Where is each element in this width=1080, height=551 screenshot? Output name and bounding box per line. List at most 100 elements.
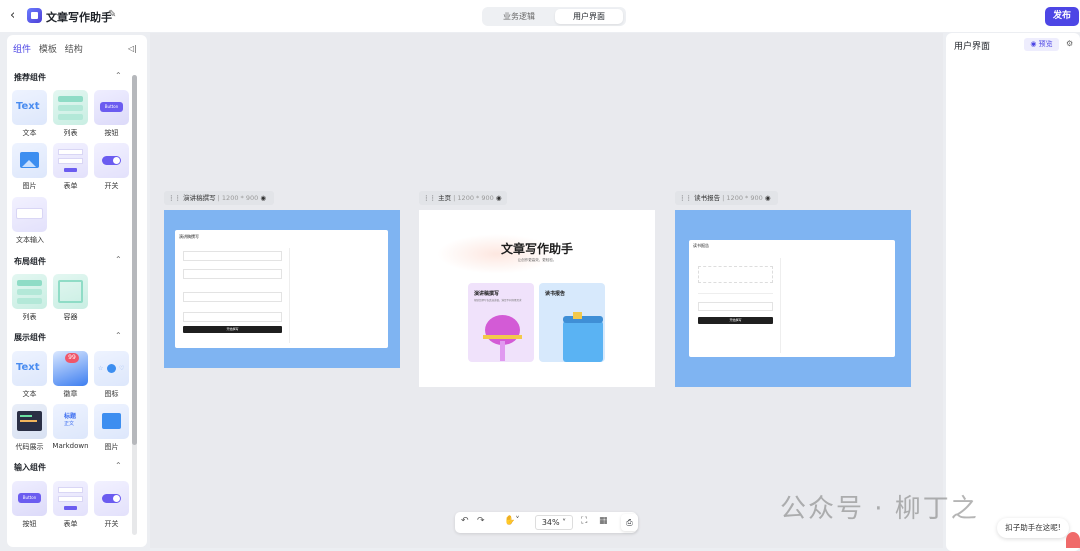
component-tile-list[interactable]	[53, 90, 88, 125]
hand-tool-icon[interactable]: ✋˅	[504, 516, 520, 526]
app-logo-icon	[27, 8, 42, 23]
component-tile-code[interactable]	[12, 404, 47, 439]
tab-structure[interactable]: 结构	[65, 45, 83, 55]
speech-field[interactable]	[183, 312, 282, 322]
tile-label: 文本输入	[16, 236, 44, 244]
redo-icon[interactable]: ↷	[477, 516, 485, 526]
tile-label: 代码展示	[15, 443, 44, 451]
microphone-stand	[500, 341, 505, 361]
component-panel: 组件 模板 结构 ◁| 推荐组件 ⌃ Text 文本 列表 Button 按钮 …	[7, 35, 147, 547]
badge-count: 99	[65, 353, 79, 363]
upload-area[interactable]	[698, 266, 773, 283]
frame-settings-icon[interactable]: ◉	[765, 194, 771, 202]
assistant-bubble[interactable]: 扣子助手在这呢!	[997, 518, 1069, 538]
component-tile-switch[interactable]	[94, 143, 129, 178]
speech-output	[289, 248, 383, 343]
report-field[interactable]	[698, 288, 773, 294]
tab-business-logic[interactable]: 业务逻辑	[485, 9, 553, 24]
tile-label: 图片	[104, 443, 119, 451]
back-icon[interactable]: ‹	[10, 8, 15, 23]
undo-icon[interactable]: ↶	[461, 516, 469, 526]
tile-label: 图标	[104, 390, 119, 398]
assistant-avatar[interactable]	[1066, 532, 1080, 548]
component-tile-badge[interactable]: 99	[53, 351, 88, 386]
section-title: 布局组件	[14, 257, 46, 266]
tile-label: 表单	[63, 182, 78, 190]
frame-report[interactable]: 读书报告 开始撰写	[675, 210, 911, 387]
tile-text-sample: Text	[16, 101, 40, 112]
component-tile-markdown[interactable]: 标题 正文	[53, 404, 88, 439]
tab-templates[interactable]: 模板	[39, 45, 57, 55]
preview-button[interactable]: ◉ 预览	[1024, 38, 1059, 51]
grid-icon[interactable]: ▦	[599, 516, 608, 526]
tile-label: 文本	[22, 129, 37, 137]
tile-label: 图片	[22, 182, 37, 190]
speech-field[interactable]	[183, 251, 282, 261]
component-tile-input-switch[interactable]	[94, 481, 129, 516]
tile-label: 按钮	[104, 129, 119, 137]
app-root: ‹ 文章写作助手 ✎ 业务逻辑 用户界面 发布 组件 模板 结构 ◁| 推荐组件…	[0, 0, 1080, 551]
drag-handle-icon[interactable]: ⋮⋮	[168, 194, 181, 202]
zoom-value: 34%	[541, 518, 560, 527]
component-tile-image[interactable]	[12, 143, 47, 178]
component-tile-display-image[interactable]	[94, 404, 129, 439]
section-title: 展示组件	[14, 333, 46, 342]
fit-screen-icon[interactable]: ⛶	[581, 516, 587, 526]
speech-field[interactable]	[183, 269, 282, 279]
frame-header[interactable]: ⋮⋮ 演讲稿撰写 | 1200 * 900 ◉	[164, 191, 274, 205]
zoom-select[interactable]: 34% ˅	[535, 515, 573, 530]
watermark-text: 公众号 · 柳丁之	[780, 494, 979, 524]
properties-panel: 用户界面 ◉ 预览 ⚙	[946, 33, 1080, 551]
export-icon[interactable]: ⎙	[621, 514, 638, 531]
report-card-title: 读书报告	[693, 243, 709, 248]
component-tile-icon[interactable]: ☆ ♡	[94, 351, 129, 386]
component-tile-text[interactable]: Text	[12, 90, 47, 125]
drag-handle-icon[interactable]: ⋮⋮	[679, 194, 692, 202]
frame-speech[interactable]: 演讲稿撰写 开始撰写	[164, 210, 400, 368]
component-tile-container[interactable]	[53, 274, 88, 309]
component-tile-button[interactable]: Button	[94, 90, 129, 125]
chevron-up-icon[interactable]: ⌃	[115, 255, 122, 264]
frame-home[interactable]: 文章写作助手 让创作更高效，更轻松。 演讲稿撰写 帮助您撰写各类演讲稿，满足不同…	[419, 210, 655, 387]
component-tile-text-input[interactable]	[12, 197, 47, 232]
frame-dims: 1200 * 900	[221, 194, 259, 202]
feature-card-speech[interactable]: 演讲稿撰写 帮助您撰写各类演讲稿，满足不同场景需求	[468, 283, 534, 362]
component-tabs: 组件 模板 结构	[13, 42, 88, 55]
tab-label: 业务逻辑	[503, 12, 535, 21]
component-tile-layout-list[interactable]	[12, 274, 47, 309]
assistant-text: 扣子助手在这呢!	[1005, 523, 1061, 532]
publish-button[interactable]: 发布	[1045, 7, 1079, 26]
report-submit-button[interactable]: 开始撰写	[698, 317, 773, 324]
settings-icon[interactable]: ⚙	[1066, 39, 1073, 48]
tile-label: 徽章	[63, 390, 78, 398]
tile-button-sample: Button	[18, 493, 41, 503]
frame-settings-icon[interactable]: ◉	[496, 194, 502, 202]
collapse-panel-icon[interactable]: ◁|	[128, 44, 137, 53]
frame-header[interactable]: ⋮⋮ 读书报告 | 1200 * 900 ◉	[675, 191, 778, 205]
component-tile-input-button[interactable]: Button	[12, 481, 47, 516]
microphone-band	[483, 335, 522, 339]
chevron-up-icon[interactable]: ⌃	[115, 461, 122, 470]
tile-label: 容器	[63, 313, 78, 321]
edit-icon[interactable]: ✎	[108, 9, 116, 20]
chevron-up-icon[interactable]: ⌃	[115, 331, 122, 340]
component-tile-input-form[interactable]	[53, 481, 88, 516]
component-tile-form[interactable]	[53, 143, 88, 178]
frame-settings-icon[interactable]: ◉	[260, 194, 266, 202]
chevron-up-icon[interactable]: ⌃	[115, 71, 122, 80]
feature-card-report[interactable]: 读书报告	[539, 283, 605, 362]
feature-card-title: 演讲稿撰写	[474, 291, 500, 297]
frame-header[interactable]: ⋮⋮ 主页 | 1200 * 900 ◉	[419, 191, 507, 205]
tile-label: 列表	[22, 313, 37, 321]
report-field[interactable]	[698, 302, 773, 311]
speech-submit-button[interactable]: 开始撰写	[183, 326, 282, 333]
tab-user-interface[interactable]: 用户界面	[555, 9, 623, 24]
tab-components[interactable]: 组件	[13, 45, 31, 55]
component-tile-display-text[interactable]: Text	[12, 351, 47, 386]
tile-label: 表单	[63, 520, 78, 528]
tile-label: 文本	[22, 390, 37, 398]
panel-title: 用户界面	[954, 42, 991, 52]
drag-handle-icon[interactable]: ⋮⋮	[423, 194, 436, 202]
speech-field[interactable]	[183, 292, 282, 302]
scrollbar-thumb[interactable]	[132, 75, 137, 445]
